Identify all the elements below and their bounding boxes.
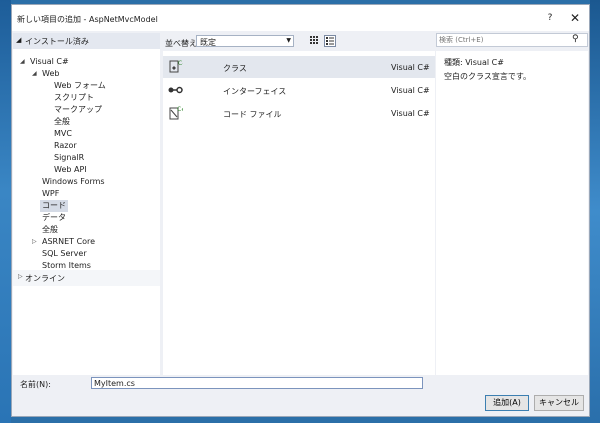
tree-item-label: MVC [54,129,72,138]
desktop-background-right [590,0,600,423]
tree-item-label: Razor [54,141,77,150]
template-type: 種類: Visual C# [444,58,504,67]
tree-item-label: Storm Items [42,261,91,270]
details-pane: 種類: Visual C# 空白のクラス宣言です。 [436,51,588,375]
tree-item-label: 全般 [54,117,70,126]
interface-icon [168,86,183,94]
dropdown-arrow-icon: ▼ [286,37,291,44]
expanded-arrow-icon: ◢ [20,58,25,65]
list-view-icon [326,37,334,45]
tree-item-aspnet-core[interactable]: ▷ ASRNET Core [32,236,96,248]
template-description: 空白のクラス宣言です。 [444,72,532,81]
template-row-interface[interactable]: インターフェイス Visual C# [163,79,435,101]
online-section[interactable]: ▷ オンライン [13,270,160,286]
tree-item-sql-server[interactable]: SQL Server [42,248,87,260]
tree-item-label: Web フォーム [54,81,106,90]
tree-item-code[interactable]: コード [40,200,68,212]
tree-item-label: コード [42,201,66,210]
tree-item-label: 全般 [42,225,58,234]
tree-item-label: WPF [42,189,60,198]
tree-item-web-general[interactable]: 全般 [54,116,70,128]
tree-item-windows-forms[interactable]: Windows Forms [42,176,105,188]
installed-header[interactable]: ◢ インストール済み [13,33,160,49]
tree-item-markup[interactable]: マークアップ [54,104,102,116]
svg-text:C#: C# [178,60,183,67]
tree-item-visual-csharp[interactable]: ◢ Visual C# [20,56,69,68]
grid-view-icon [310,36,318,44]
tree-item-general[interactable]: 全般 [42,224,58,236]
tree-item-data[interactable]: データ [42,212,66,224]
search-box[interactable]: ⚲ [436,33,588,47]
collapsed-arrow-icon: ▷ [18,273,23,280]
svg-text:C#: C# [177,106,183,113]
template-row-class[interactable]: C# クラス Visual C# [163,56,435,78]
sort-value: 既定 [200,38,216,47]
online-label: オンライン [25,274,65,283]
template-toolbar: 並べ替え: 既定 ▼ [162,33,436,51]
tree-item-mvc[interactable]: MVC [54,128,72,140]
expanded-arrow-icon: ◢ [32,70,37,77]
template-list: C# クラス Visual C# インターフェイス Visual C# C# コ… [163,51,435,375]
template-name: コード ファイル [223,110,282,119]
tree-item-razor[interactable]: Razor [54,140,77,152]
template-row-code-file[interactable]: C# コード ファイル Visual C# [163,102,435,124]
tree-item-label: データ [42,213,66,222]
class-icon: C# [169,60,183,73]
template-language: Visual C# [391,86,430,95]
name-label: 名前(N): [20,380,51,389]
name-field[interactable] [91,377,423,389]
window-title: 新しい項目の追加 - AspNetMvcModel [17,15,158,24]
add-new-item-dialog: 新しい項目の追加 - AspNetMvcModel ? ✕ ◢ インストール済み… [11,4,590,417]
tree-item-web-api[interactable]: Web API [54,164,87,176]
tree-item-label: Web [42,69,60,78]
cancel-button[interactable]: キャンセル [534,395,584,411]
tree-item-web[interactable]: ◢ Web [32,68,60,80]
collapse-arrow-icon: ◢ [16,36,22,44]
add-button[interactable]: 追加(A) [485,395,529,411]
template-name: インターフェイス [223,87,287,96]
installed-label: インストール済み [25,37,89,46]
help-button[interactable]: ? [544,12,556,24]
tree-item-wpf[interactable]: WPF [42,188,59,200]
tree-item-label: Web API [54,165,87,174]
title-bar: 新しい項目の追加 - AspNetMvcModel ? ✕ [12,5,589,31]
tree-item-label: マークアップ [54,105,102,114]
search-icon[interactable]: ⚲ [572,34,579,44]
medium-icons-view-button[interactable] [308,35,320,47]
tree-item-signalr[interactable]: SignalR [54,152,84,164]
desktop-background-left [0,0,11,423]
close-button[interactable]: ✕ [568,11,582,25]
template-name: クラス [223,64,247,73]
sort-label: 並べ替え: [165,39,200,48]
tree-item-label: SQL Server [42,249,87,258]
template-language: Visual C# [391,63,430,72]
tree-item-script[interactable]: スクリプト [54,92,94,104]
tree-item-label: スクリプト [54,93,94,102]
tree-item-web-forms[interactable]: Web フォーム [54,80,106,92]
collapsed-arrow-icon: ▷ [32,238,37,245]
list-view-button[interactable] [324,35,336,47]
tree-item-label: Windows Forms [42,177,105,186]
sort-dropdown[interactable]: 既定 ▼ [196,35,294,47]
code-file-icon: C# [169,106,183,120]
search-input[interactable] [439,35,569,45]
category-tree-pane: ◢ インストール済み ◢ Visual C# ◢ Web Web フォーム スク… [13,33,160,375]
template-language: Visual C# [391,109,430,118]
tree-item-label: ASRNET Core [42,237,96,246]
tree-item-label: SignalR [54,153,85,162]
tree-item-label: Visual C# [30,57,69,66]
